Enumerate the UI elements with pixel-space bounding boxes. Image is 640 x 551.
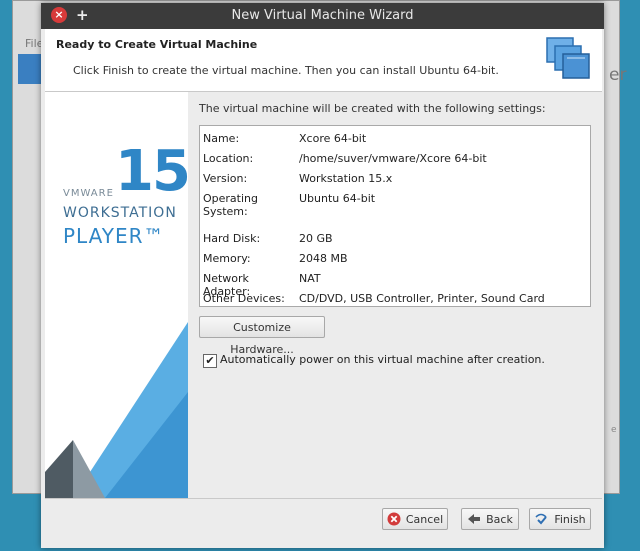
virtual-machine-stack-icon [546,37,590,79]
power-on-label[interactable]: Automatically power on this virtual mach… [220,353,545,366]
settings-summary-box: Name: Xcore 64-bit Location: /home/suver… [199,125,591,307]
customize-hardware-button[interactable]: Customize Hardware... [199,316,325,356]
finish-icon [535,513,548,525]
logo-product-edition: PLAYER™ [63,224,165,248]
settings-value: CD/DVD, USB Controller, Printer, Sound C… [299,292,545,305]
settings-label: Hard Disk: [203,232,261,245]
settings-value: Workstation 15.x [299,172,393,185]
cancel-label: Cancel [405,513,444,526]
settings-value: 2048 MB [299,252,348,265]
logo-version-number: 15 [115,139,188,204]
settings-value: /home/suver/vmware/Xcore 64-bit [299,152,487,165]
arrow-left-icon [468,514,481,524]
logo-brand: VMWARE [63,188,114,199]
settings-label: Memory: [203,252,251,265]
background-text-fragment: e [611,425,617,435]
settings-value: 20 GB [299,232,333,245]
page-title: Ready to Create Virtual Machine [56,38,258,51]
settings-label: Operating System: [203,192,258,218]
wizard-header: Ready to Create Virtual Machine Click Fi… [45,29,602,92]
finish-label: Finish [554,513,586,526]
window-title: New Virtual Machine Wizard [231,8,414,23]
settings-intro: The virtual machine will be created with… [199,102,546,115]
cancel-icon [387,512,401,526]
power-on-checkbox[interactable]: ✔ [203,354,217,368]
back-label: Back [486,513,513,526]
settings-value: NAT [299,272,321,285]
finish-button[interactable]: Finish [529,508,591,530]
back-button[interactable]: Back [461,508,519,530]
page-subtitle: Click Finish to create the virtual machi… [73,64,499,77]
background-heading-fragment: er [609,65,627,85]
cancel-button[interactable]: Cancel [382,508,448,530]
settings-value: Ubuntu 64-bit [299,192,376,205]
settings-label: Name: [203,132,240,145]
settings-label: Location: [203,152,254,165]
title-bar: × + New Virtual Machine Wizard [41,3,604,29]
product-sidebar: 15 VMWARE WORKSTATION PLAYER™ [45,92,188,498]
new-vm-wizard-dialog: × + New Virtual Machine Wizard Ready to … [41,3,604,548]
settings-value: Xcore 64-bit [299,132,367,145]
logo-product-line: WORKSTATION [63,205,177,221]
settings-label: Version: [203,172,248,185]
settings-label: Other Devices: [203,292,285,305]
footer-divider [45,498,602,499]
